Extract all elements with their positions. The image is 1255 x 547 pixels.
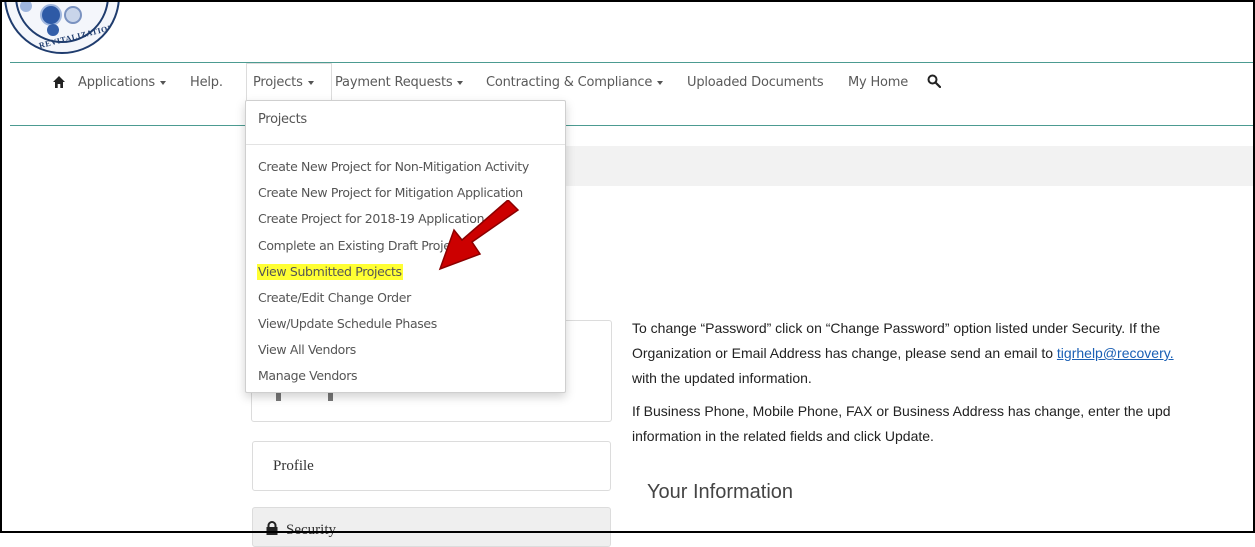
menu-item-view-submitted-projects[interactable]: View Submitted Projects (257, 264, 403, 280)
support-email-link[interactable]: tigrhelp@recovery. (1057, 345, 1174, 361)
dropdown-divider (246, 144, 565, 145)
sidebar-item-label: Profile (273, 458, 314, 474)
menu-item-create-edit-change-order[interactable]: Create/Edit Change Order (258, 290, 411, 306)
red-arrow-annotation-icon (438, 200, 520, 271)
nav-payment-requests[interactable]: Payment Requests (335, 75, 464, 90)
nav-uploaded-documents[interactable]: Uploaded Documents (687, 75, 824, 90)
seal-emblem-1 (20, 0, 32, 12)
nav-projects[interactable]: Projects (253, 75, 314, 90)
password-instructions-line: To change “Password” click on “Change Pa… (632, 320, 1161, 336)
menu-item-view-update-schedule-phases[interactable]: View/Update Schedule Phases (258, 316, 437, 332)
phone-address-instructions-line: information in the related fields and cl… (632, 428, 934, 444)
menu-item-create-mitigation-project[interactable]: Create New Project for Mitigation Applic… (258, 185, 523, 201)
sidebar-item-profile[interactable]: Profile (252, 441, 611, 491)
nav-help[interactable]: Help. (190, 75, 223, 90)
chevron-down-icon (307, 80, 314, 85)
seal-emblem-2 (40, 4, 62, 26)
menu-item-create-non-mitigation-project[interactable]: Create New Project for Non-Mitigation Ac… (258, 159, 529, 175)
chevron-down-icon (657, 80, 664, 85)
menu-item-complete-draft-project[interactable]: Complete an Existing Draft Project (258, 238, 462, 254)
dropdown-header[interactable]: Projects (258, 112, 307, 127)
nav-contracting-compliance[interactable]: Contracting & Compliance (486, 75, 664, 90)
your-information-heading: Your Information (647, 481, 794, 503)
home-icon[interactable] (52, 75, 66, 89)
menu-item-manage-vendors[interactable]: Manage Vendors (258, 368, 358, 384)
chevron-down-icon (160, 80, 167, 85)
sidebar-item-security[interactable]: Security (252, 507, 611, 547)
seal-emblem-3 (64, 6, 82, 24)
nav-applications[interactable]: Applications (78, 75, 167, 90)
sidebar-item-label: Security (286, 522, 336, 538)
organization-seal-logo: REVITALIZATION (4, 0, 120, 54)
main-navbar: Applications Help. Projects Payment Requ… (10, 62, 1253, 126)
phone-address-instructions-line: If Business Phone, Mobile Phone, FAX or … (632, 403, 1171, 419)
seal-emblem-4 (47, 24, 59, 36)
search-icon[interactable] (927, 74, 941, 88)
password-instructions-line: Organization or Email Address has change… (632, 345, 1174, 361)
password-instructions-line: with the updated information. (632, 370, 812, 386)
menu-item-view-all-vendors[interactable]: View All Vendors (258, 342, 356, 358)
chevron-down-icon (457, 80, 464, 85)
nav-my-home[interactable]: My Home (848, 75, 908, 90)
